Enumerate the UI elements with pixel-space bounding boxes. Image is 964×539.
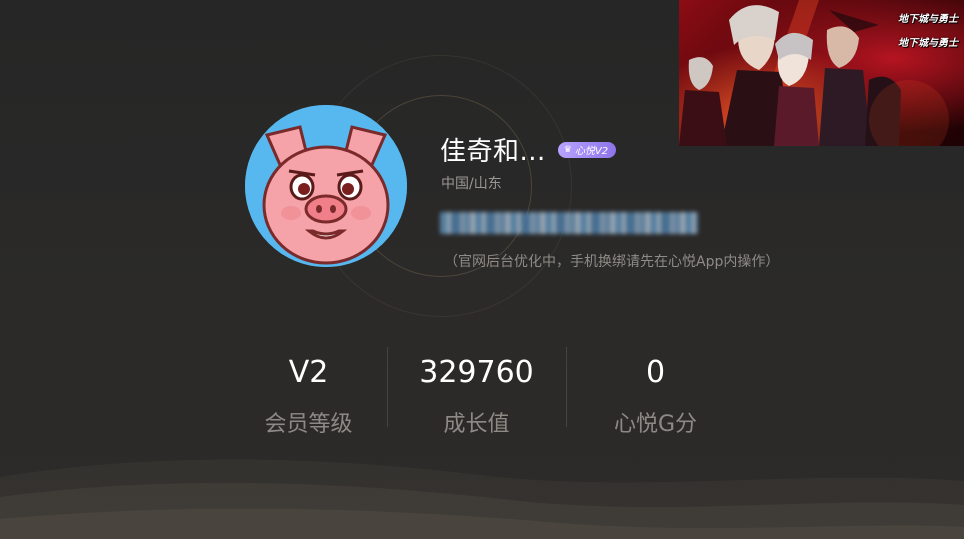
game-ad-banner[interactable]: 地下城与勇士 地下城与勇士 [679,0,964,146]
phone-rebind-notice: （官网后台优化中，手机换绑请先在心悦App内操作） [444,254,780,270]
vip-badge[interactable]: ♛ 心悦V2 [557,141,617,158]
stat-label: 心悦G分 [613,412,698,437]
phone-number-blurred [440,212,698,234]
stat-value: 329760 [419,355,534,390]
stat-label: 会员等级 [264,412,353,437]
vip-badge-label: 心悦V2 [574,146,609,157]
stat-label: 成长值 [443,412,510,437]
crown-icon: ♛ [563,144,572,155]
name-row: 佳奇和... ♛ 心悦V2 [440,131,617,168]
stat-growth-value[interactable]: 329760 成长值 [387,345,566,440]
stat-value: 0 [645,355,666,390]
username: 佳奇和... [440,137,546,167]
stat-g-points[interactable]: 0 心悦G分 [566,345,745,440]
avatar[interactable] [245,105,407,267]
member-stats: V2 会员等级 329760 成长值 0 心悦G分 [230,345,745,440]
wave-decoration [0,459,964,539]
location: 中国/山东 [441,176,502,192]
stat-member-level[interactable]: V2 会员等级 [230,345,387,440]
game-logo: 地下城与勇士 [898,38,958,49]
pig-avatar-icon [245,105,407,267]
member-profile-page: 佳奇和... ♛ 心悦V2 中国/山东 （官网后台优化中，手机换绑请先在心悦Ap… [0,0,964,539]
game-logo: 地下城与勇士 [898,14,958,25]
stat-value: V2 [288,355,329,390]
